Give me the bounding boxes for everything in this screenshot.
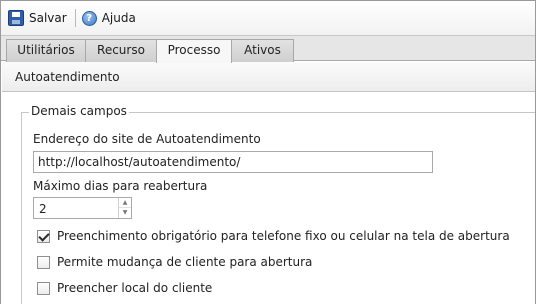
panel-title: Autoatendimento: [2, 62, 535, 92]
checkbox-row-client-location[interactable]: Preencher local do cliente: [37, 281, 212, 295]
change-client-label: Permite mudança de cliente para abertura: [57, 255, 313, 269]
help-button-label: Ajuda: [101, 11, 136, 25]
tab-strip: Utilitários Recurso Processo Ativos: [1, 35, 535, 63]
help-icon: ?: [81, 10, 97, 26]
max-days-value: 2: [39, 202, 47, 216]
toolbar-separator: [74, 9, 76, 27]
client-location-checkbox[interactable]: [37, 281, 50, 295]
window-frame: Salvar ? Ajuda Utilitários Recurso Proce…: [0, 0, 536, 304]
panel-body: Demais campos Endereço do site de Autoat…: [2, 93, 535, 304]
floppy-disk-icon: [8, 10, 24, 26]
spinner-up-icon[interactable]: ▲: [119, 198, 131, 208]
fieldset-legend: Demais campos: [29, 104, 129, 118]
max-days-spinner[interactable]: 2 ▲ ▼: [33, 197, 132, 219]
spinner-down-icon[interactable]: ▼: [119, 208, 131, 218]
checkbox-row-change-client[interactable]: Permite mudança de cliente para abertura: [37, 255, 312, 269]
spinner-buttons: ▲ ▼: [118, 198, 131, 218]
save-button[interactable]: Salvar: [8, 7, 73, 29]
toolbar: Salvar ? Ajuda: [1, 1, 535, 35]
required-phone-checkbox[interactable]: [37, 229, 50, 243]
max-days-label: Máximo dias para reabertura: [33, 179, 208, 193]
help-button[interactable]: ? Ajuda: [81, 7, 142, 29]
tab-recurso[interactable]: Recurso: [85, 39, 157, 62]
client-location-label: Preencher local do cliente: [57, 281, 213, 295]
site-address-label: Endereço do site de Autoatendimento: [33, 132, 261, 146]
save-button-label: Salvar: [29, 11, 67, 25]
required-phone-label: Preenchimento obrigatório para telefone …: [57, 229, 510, 243]
checkbox-row-required-phone[interactable]: Preenchimento obrigatório para telefone …: [37, 229, 510, 243]
tab-utilitarios[interactable]: Utilitários: [6, 39, 86, 62]
site-address-input[interactable]: [33, 151, 433, 173]
change-client-checkbox[interactable]: [37, 255, 50, 269]
tab-processo[interactable]: Processo: [156, 39, 232, 63]
tab-ativos[interactable]: Ativos: [231, 39, 294, 62]
